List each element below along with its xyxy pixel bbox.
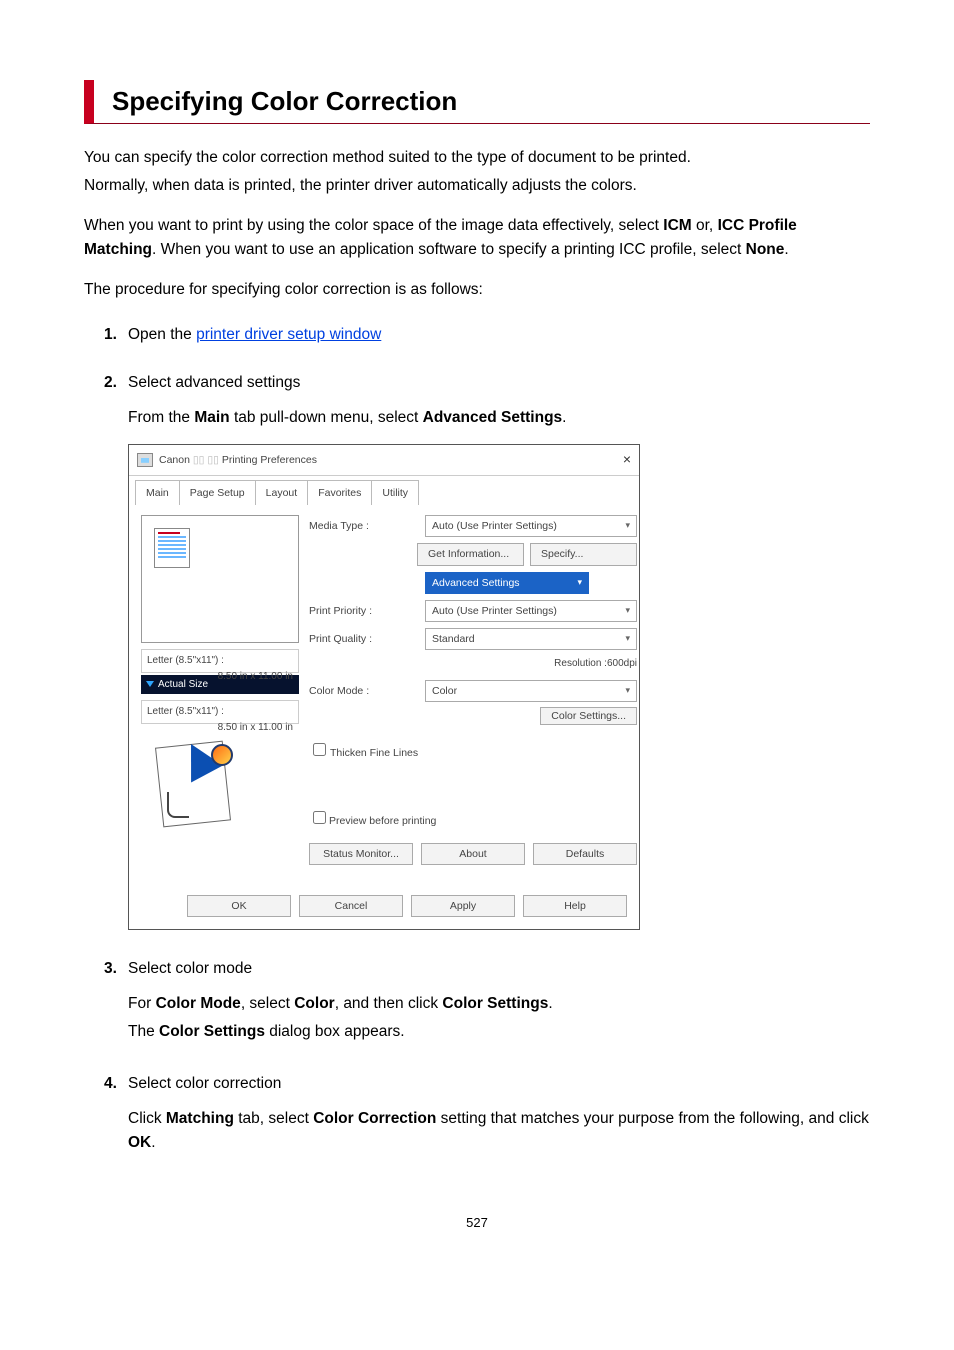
status-monitor-button[interactable]: Status Monitor... [309,843,413,865]
step-4-head: Select color correction [104,1075,870,1093]
color-mode-label: Color Mode : [309,683,417,699]
cancel-button[interactable]: Cancel [299,895,403,917]
media-type-label: Media Type : [309,518,417,534]
apply-button[interactable]: Apply [411,895,515,917]
preview-before-printing-checkbox[interactable]: Preview before printing [309,815,436,827]
printer-icon [137,453,153,467]
intro-para-4: The procedure for specifying color corre… [84,278,870,302]
chevron-down-icon: ▾ [625,519,630,533]
step-1-head: Open the printer driver setup window [104,326,870,344]
print-priority-select[interactable]: Auto (Use Printer Settings)▾ [425,600,637,622]
print-priority-label: Print Priority : [309,603,417,619]
step-2-head: Select advanced settings [104,374,870,392]
chevron-down-icon: ▾ [625,604,630,618]
dialog-title: Canon ▯▯ ▯▯ Printing Preferences [159,452,317,468]
paper-size-2: Letter (8.5"x11") : 8.50 in x 11.00 in [141,700,299,724]
tab-page-setup[interactable]: Page Setup [179,480,256,505]
dialog-tabs: Main Page Setup Layout Favorites Utility [129,476,639,505]
step-3-body-1: For Color Mode, select Color, and then c… [128,992,870,1016]
tab-layout[interactable]: Layout [255,480,309,505]
media-type-select[interactable]: Auto (Use Printer Settings)▾ [425,515,637,537]
help-button[interactable]: Help [523,895,627,917]
tab-favorites[interactable]: Favorites [307,480,372,505]
about-button[interactable]: About [421,843,525,865]
chevron-down-icon: ▾ [577,576,582,590]
color-mode-select[interactable]: Color▾ [425,680,637,702]
chevron-down-icon: ▾ [625,684,630,698]
page-number: 527 [84,1215,870,1230]
close-icon[interactable]: × [623,449,631,471]
tab-utility[interactable]: Utility [371,480,419,505]
printing-preferences-dialog: Canon ▯▯ ▯▯ Printing Preferences × Main … [128,444,640,930]
preview-graphic [141,736,261,840]
page-title-block: Specifying Color Correction [84,80,870,124]
intro-para-2: Normally, when data is printed, the prin… [84,174,870,198]
advanced-settings-select[interactable]: Advanced Settings▾ [425,572,589,594]
thicken-fine-lines-checkbox[interactable]: Thicken Fine Lines [309,747,418,759]
intro-para-3: When you want to print by using the colo… [84,214,870,262]
color-settings-button[interactable]: Color Settings... [540,707,637,725]
step-4-body: Click Matching tab, select Color Correct… [128,1107,870,1155]
paper-size-1: Letter (8.5"x11") : 8.50 in x 11.00 in [141,649,299,673]
chevron-down-icon [146,681,154,687]
intro-para-1: You can specify the color correction met… [84,146,870,170]
chevron-down-icon: ▾ [625,632,630,646]
print-quality-select[interactable]: Standard▾ [425,628,637,650]
printer-driver-setup-link[interactable]: printer driver setup window [196,326,381,343]
tab-main[interactable]: Main [135,480,180,505]
step-3-head: Select color mode [104,960,870,978]
page-preview [141,515,299,643]
ok-button[interactable]: OK [187,895,291,917]
defaults-button[interactable]: Defaults [533,843,637,865]
resolution-text: Resolution :600dpi [309,656,637,672]
specify-button[interactable]: Specify... [530,543,637,565]
get-information-button[interactable]: Get Information... [417,543,524,565]
print-quality-label: Print Quality : [309,631,417,647]
step-3-body-2: The Color Settings dialog box appears. [128,1020,870,1044]
step-2-body: From the Main tab pull-down menu, select… [128,406,870,430]
page-title: Specifying Color Correction [112,86,870,117]
